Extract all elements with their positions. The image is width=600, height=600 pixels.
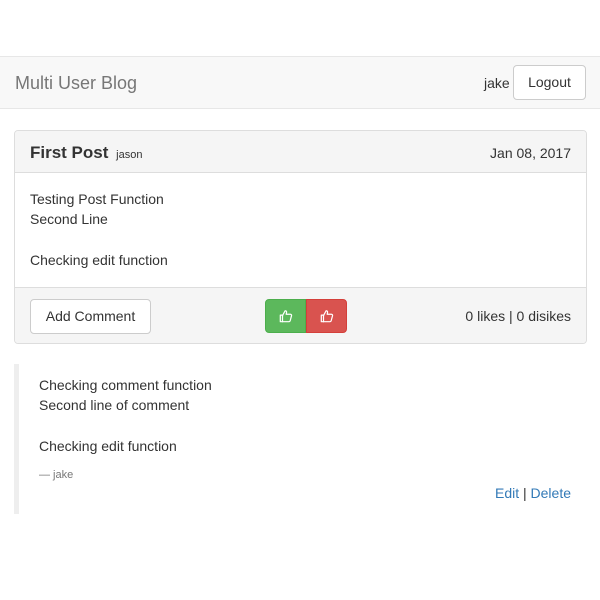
post-content-line: Checking edit function (30, 252, 168, 268)
comment-content: Checking comment function Second line of… (39, 375, 212, 456)
navbar: Multi User Blog jake Logout (0, 56, 600, 109)
delete-comment-link[interactable]: Delete (531, 485, 571, 501)
comment-content-line: Checking comment function (39, 377, 212, 393)
like-button[interactable] (265, 299, 306, 333)
post-content: Testing Post Function Second Line Checki… (30, 189, 168, 270)
navbar-brand[interactable]: Multi User Blog (15, 72, 137, 94)
post-title-container: First Post jason (30, 143, 142, 165)
logout-button[interactable]: Logout (513, 65, 586, 100)
post-date: Jan 08, 2017 (490, 145, 571, 161)
comment-actions: Edit | Delete (495, 484, 571, 502)
thumbs-up-icon (279, 310, 292, 323)
post-content-line: Testing Post Function (30, 191, 164, 207)
action-separator: | (523, 485, 527, 501)
current-username: jake (484, 75, 510, 91)
comment-block: Checking comment function Second line of… (14, 364, 587, 514)
post-heading: First Post jason Jan 08, 2017 (15, 131, 586, 173)
post-author: jason (116, 149, 143, 161)
post-content-line: Second Line (30, 211, 108, 227)
post-footer: Add Comment 0 likes | 0 disikes (15, 287, 586, 343)
comment-content-line: Second line of comment (39, 397, 190, 413)
edit-comment-link[interactable]: Edit (495, 485, 519, 501)
add-comment-button[interactable]: Add Comment (30, 299, 151, 334)
post-panel: First Post jason Jan 08, 2017 Testing Po… (14, 130, 587, 344)
post-title: First Post (30, 143, 109, 162)
likes-summary: 0 likes | 0 disikes (465, 308, 571, 324)
vote-button-group (265, 299, 347, 333)
dislike-button[interactable] (306, 299, 347, 333)
thumbs-up-icon (320, 310, 333, 323)
comment-content-line: Checking edit function (39, 438, 177, 454)
comment-byline: — jake (39, 469, 74, 481)
